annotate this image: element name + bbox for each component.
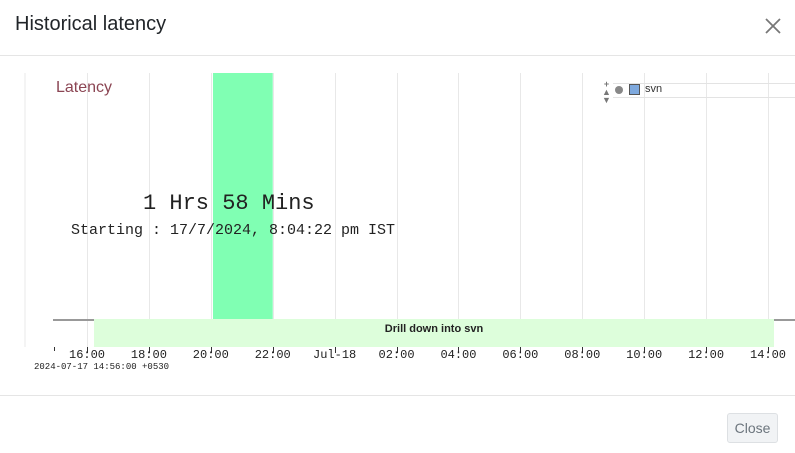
x-tick-label: 22:00 bbox=[254, 348, 291, 362]
legend-series-name: svn bbox=[645, 83, 663, 95]
up-down-arrows-icon[interactable]: + ▲ ▼ bbox=[602, 80, 611, 105]
close-icon[interactable] bbox=[762, 15, 784, 37]
duration-text: 1 Hrs 58 Mins bbox=[143, 191, 315, 216]
x-tick-label: 10:00 bbox=[626, 348, 663, 362]
dialog-footer: Close bbox=[0, 395, 795, 453]
x-tick-label: 20:00 bbox=[192, 348, 229, 362]
dialog-header: Historical latency bbox=[0, 0, 795, 56]
dialog-title: Historical latency bbox=[15, 13, 167, 35]
x-tick-label: 12:00 bbox=[688, 348, 725, 362]
x-tick-label: 04:00 bbox=[440, 348, 477, 362]
x-tick-label: 16:00 bbox=[68, 348, 106, 362]
x-tick-label: Jul-18 bbox=[313, 348, 357, 362]
x-tick-label: 06:00 bbox=[502, 348, 539, 362]
legend-toggle-dot[interactable] bbox=[615, 86, 623, 94]
drill-down-button[interactable]: Drill down into svn bbox=[94, 319, 774, 347]
chart-label: Latency bbox=[56, 79, 113, 96]
timestamp-label: 2024-07-17 14:56:00 +0530 bbox=[34, 362, 170, 372]
x-tick-label: 08:00 bbox=[564, 348, 601, 362]
close-button[interactable]: Close bbox=[727, 413, 778, 443]
legend-swatch[interactable] bbox=[629, 84, 640, 95]
starting-text: Starting : 17/7/2024, 8:04:22 pm IST bbox=[71, 222, 396, 239]
x-tick-label: 14:00 bbox=[749, 348, 787, 362]
x-tick-label: 02:00 bbox=[378, 348, 415, 362]
legend-divider bbox=[613, 83, 795, 98]
chart-area: Latency 1 Hrs 58 Mins Starting : 17/7/20… bbox=[0, 57, 795, 395]
legend: + ▲ ▼ svn bbox=[601, 80, 795, 105]
x-tick-label: 18:00 bbox=[130, 348, 167, 362]
